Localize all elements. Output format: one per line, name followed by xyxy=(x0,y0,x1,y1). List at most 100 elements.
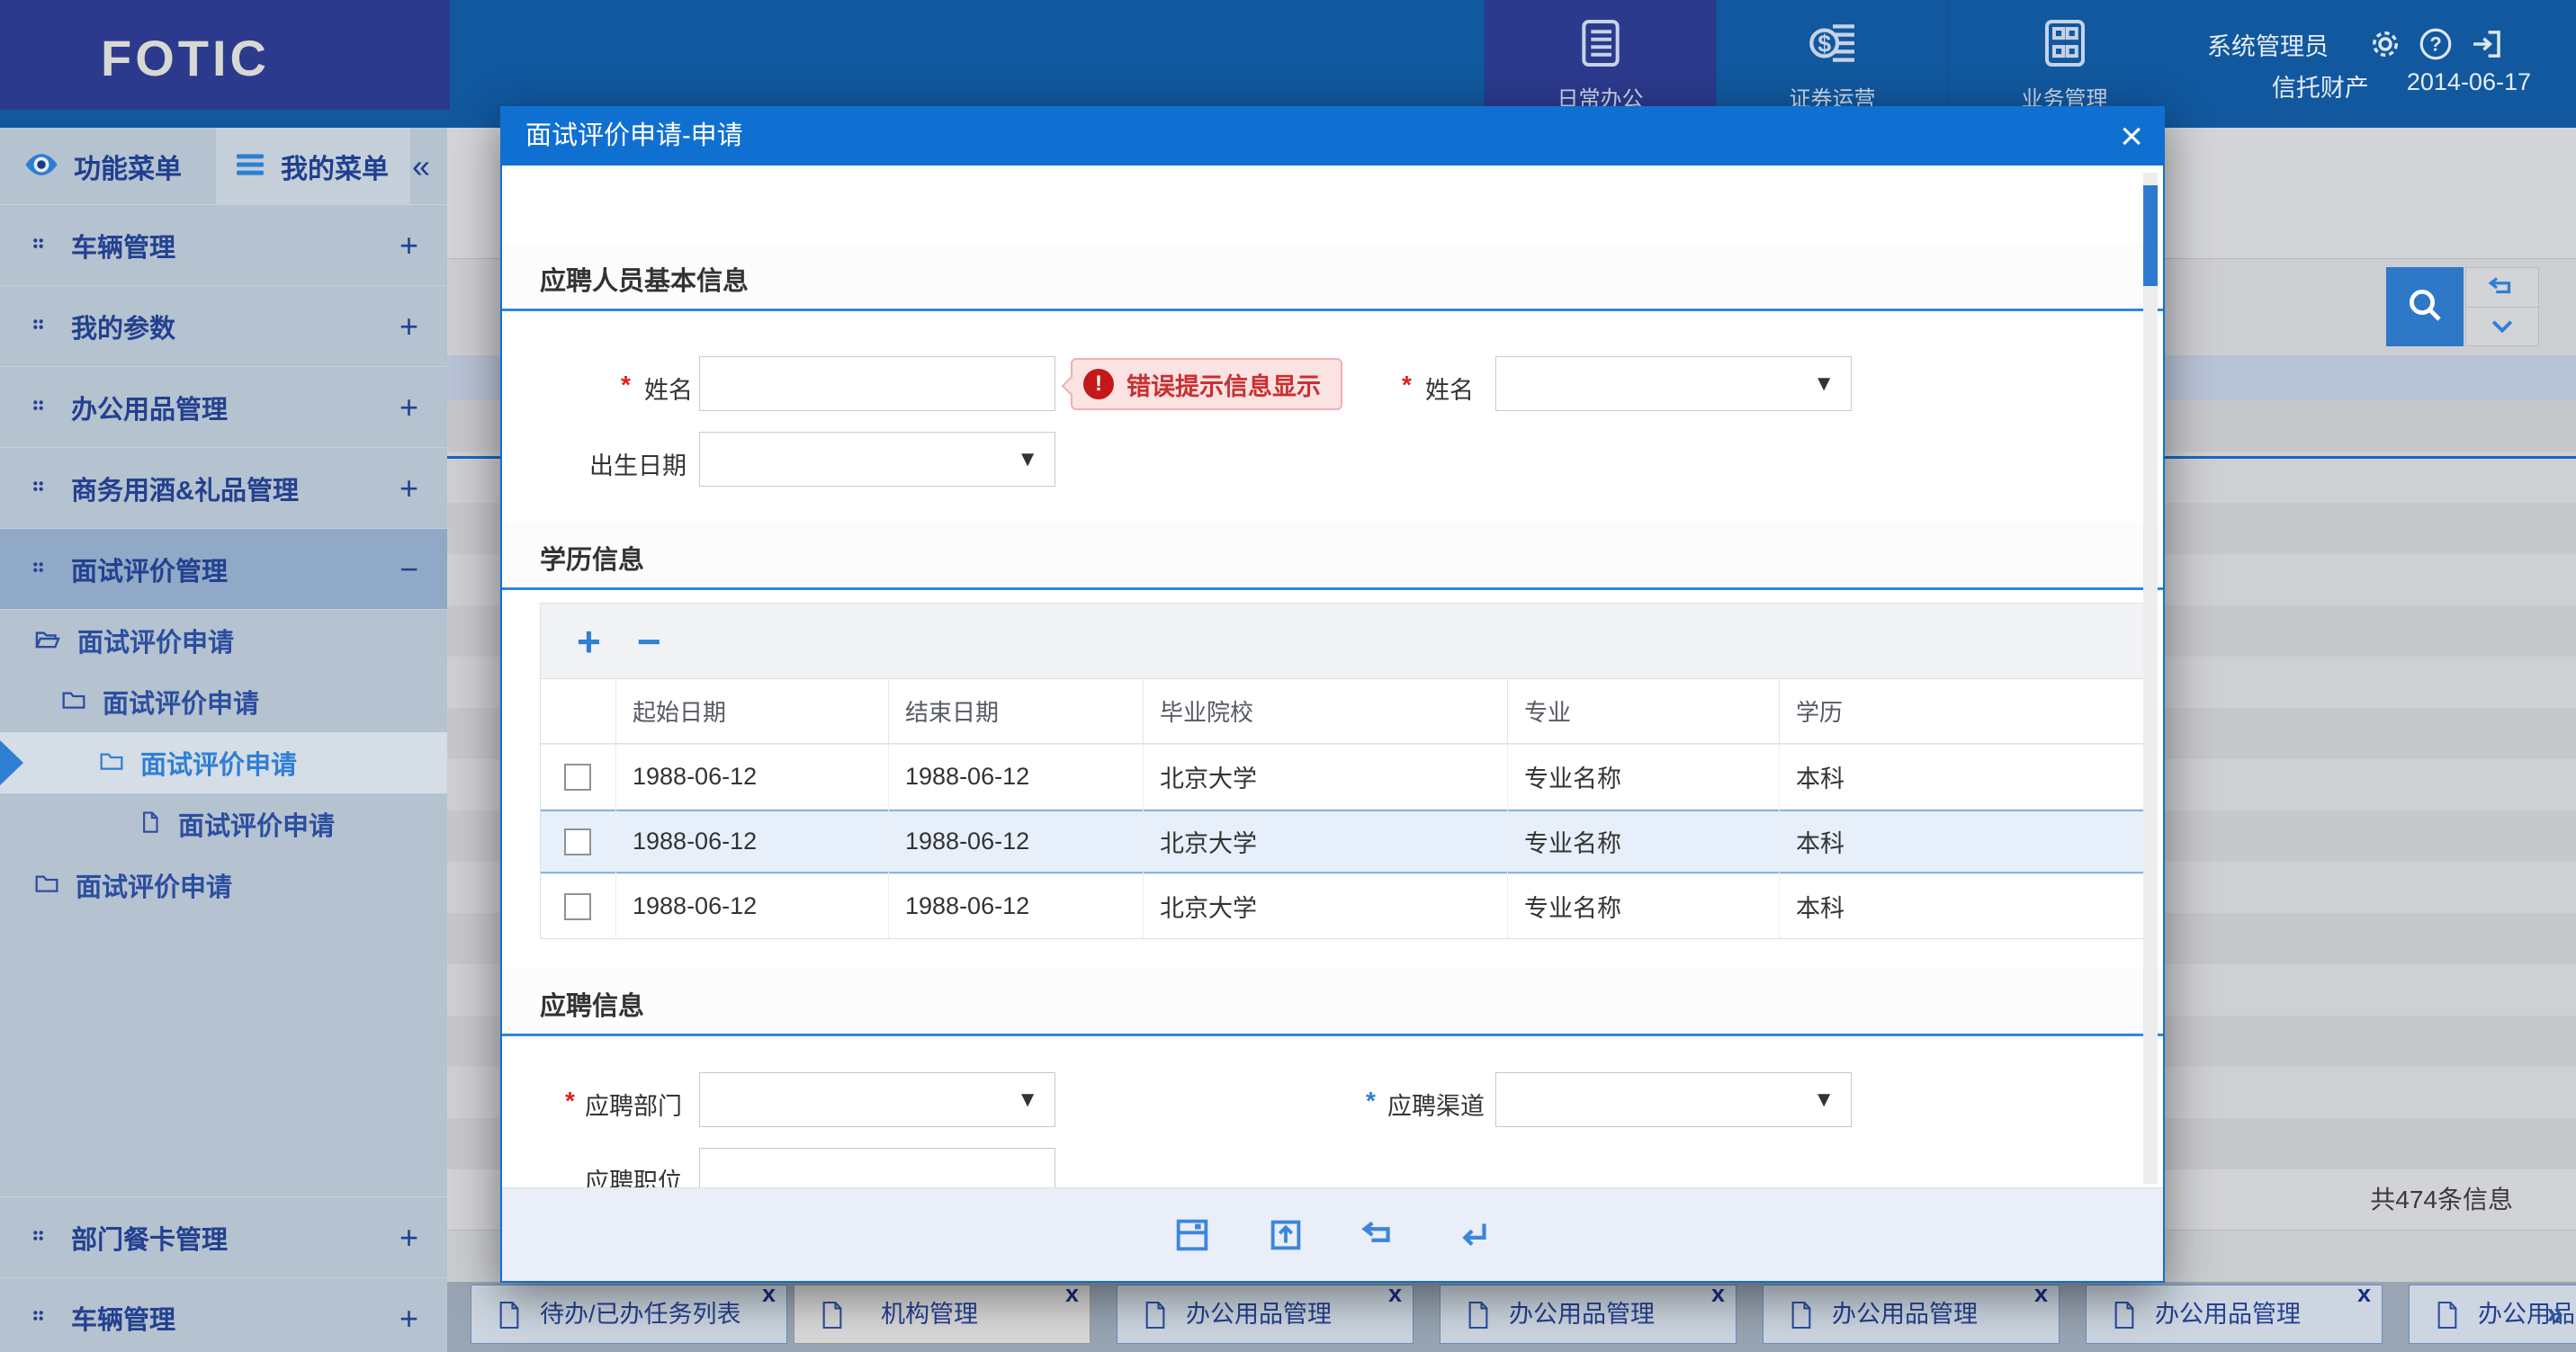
module-securities[interactable]: $ 证券运营 xyxy=(1716,0,1948,110)
tree-item-interview-apply-5[interactable]: 面试评价申请 xyxy=(0,855,447,916)
tab-label: 机构管理 xyxy=(881,1285,978,1345)
modal-close-icon[interactable]: × xyxy=(2120,112,2143,162)
cell-start-date: 1988-06-12 xyxy=(616,810,889,873)
reset-button[interactable] xyxy=(2466,268,2538,307)
name-label: 姓名 xyxy=(644,371,693,406)
birth-date-select[interactable]: ▼ xyxy=(699,432,1055,487)
tree-item-label: 面试评价申请 xyxy=(140,744,297,782)
collapse-minus-icon[interactable]: − xyxy=(399,529,418,610)
tab-label: 办公用品管理 xyxy=(1832,1285,1978,1345)
expand-icon[interactable]: + xyxy=(399,286,418,367)
modal-scrollbar-thumb[interactable] xyxy=(2143,185,2158,286)
expand-icon[interactable]: + xyxy=(399,367,418,448)
row-checkbox[interactable] xyxy=(564,828,591,855)
required-star: * xyxy=(565,1087,575,1115)
sidebar-item-my-params[interactable]: 我的参数 + xyxy=(0,286,447,367)
sidebar-item-office-supplies[interactable]: 办公用品管理 + xyxy=(0,367,447,448)
module-daily-office[interactable]: 日常办公 xyxy=(1484,0,1716,110)
tab-overflow-icon[interactable]: » xyxy=(2546,1285,2563,1345)
tab-my-menu[interactable]: 我的菜单 xyxy=(216,128,410,205)
table-row[interactable]: 1988-06-12 1988-06-12 北京大学 专业名称 本科 xyxy=(541,744,2145,809)
name2-select[interactable]: ▼ xyxy=(1495,356,1852,411)
education-table: + − 起始日期 结束日期 毕业院校 专业 学历 1988-06-12 xyxy=(540,603,2146,939)
tree-item-interview-apply-1[interactable]: 面试评价申请 xyxy=(0,610,447,671)
sidebar-item-vehicle-2[interactable]: 车辆管理 + xyxy=(0,1277,447,1352)
save-icon[interactable] xyxy=(1171,1214,1213,1256)
tree-item-interview-apply-3-active[interactable]: 面试评价申请 xyxy=(0,732,447,793)
bottom-tab-office-supplies-3[interactable]: 办公用品管理 x xyxy=(1763,1285,2060,1344)
cell-end-date: 1988-06-12 xyxy=(889,874,1144,938)
sidebar-item-vehicle[interactable]: 车辆管理 + xyxy=(0,205,447,286)
sidebar-item-business-wine-gifts[interactable]: 商务用酒&礼品管理 + xyxy=(0,448,447,529)
table-row-highlighted[interactable]: 1988-06-12 1988-06-12 北京大学 专业名称 本科 xyxy=(541,809,2145,873)
tree-item-interview-apply-2[interactable]: 面试评价申请 xyxy=(0,671,447,732)
modal-scrollbar-track[interactable] xyxy=(2143,173,2158,1184)
active-pointer-icon xyxy=(0,740,23,785)
apply-channel-select[interactable]: ▼ xyxy=(1495,1072,1852,1127)
bottom-tab-org-mgmt[interactable]: 机构管理 x xyxy=(794,1285,1091,1344)
bottom-tab-office-supplies-1[interactable]: 办公用品管理 x xyxy=(1117,1285,1414,1344)
sidebar-collapse-icon[interactable]: « xyxy=(402,128,440,205)
sidebar-item-interview-eval[interactable]: 面试评价管理 − xyxy=(0,529,447,610)
error-text: 错误提示信息显示 xyxy=(1126,367,1321,402)
tab-close-icon[interactable]: x xyxy=(762,1280,776,1308)
gear-icon[interactable] xyxy=(2366,25,2404,63)
tab-label: 功能菜单 xyxy=(74,147,182,186)
expand-icon[interactable]: + xyxy=(399,1278,418,1352)
cell-degree: 本科 xyxy=(1780,874,2147,938)
user-area: 系统管理员 ? xyxy=(2207,0,2531,110)
cell-start-date: 1988-06-12 xyxy=(616,874,889,938)
svg-text:?: ? xyxy=(2429,33,2441,56)
checkbox-column-header xyxy=(541,679,616,743)
logout-icon[interactable] xyxy=(2467,25,2505,63)
help-icon[interactable]: ? xyxy=(2417,25,2455,63)
tree-item-label: 面试评价申请 xyxy=(103,683,259,721)
sidebar-item-label: 我的参数 xyxy=(71,308,175,345)
upload-icon[interactable] xyxy=(1265,1214,1306,1256)
sidebar-item-dept-meal-card[interactable]: 部门餐卡管理 + xyxy=(0,1196,447,1277)
tab-close-icon[interactable]: x xyxy=(1065,1280,1079,1308)
undo-icon xyxy=(2486,272,2518,304)
tab-close-icon[interactable]: x xyxy=(1711,1280,1725,1308)
error-tooltip: ! 错误提示信息显示 xyxy=(1071,358,1342,410)
undo-icon[interactable] xyxy=(1359,1214,1400,1256)
tab-close-icon[interactable]: x xyxy=(1388,1280,1402,1308)
expand-icon[interactable]: + xyxy=(399,448,418,529)
cell-school: 北京大学 xyxy=(1144,874,1508,938)
sidebar-item-label: 面试评价管理 xyxy=(71,551,228,588)
folder-icon xyxy=(97,747,126,780)
expand-icon[interactable]: + xyxy=(399,1197,418,1278)
drag-handle-icon xyxy=(31,1308,46,1328)
bottom-tab-office-supplies-4[interactable]: 办公用品管理 x xyxy=(2086,1285,2383,1344)
tree-item-label: 面试评价申请 xyxy=(76,866,232,904)
remove-row-button[interactable]: − xyxy=(637,621,661,662)
expand-panel-button[interactable] xyxy=(2466,307,2538,345)
add-row-button[interactable]: + xyxy=(577,621,601,662)
search-button[interactable] xyxy=(2386,267,2464,346)
apply-dept-select[interactable]: ▼ xyxy=(699,1072,1055,1127)
row-checkbox[interactable] xyxy=(564,764,591,791)
expand-icon[interactable]: + xyxy=(399,205,418,286)
name-input[interactable] xyxy=(699,356,1055,411)
tab-close-icon[interactable]: x xyxy=(2357,1280,2371,1308)
user-org: 信托财产 xyxy=(2272,68,2369,103)
tree-item-interview-apply-4[interactable]: 面试评价申请 xyxy=(0,793,447,855)
bottom-tab-office-supplies-5[interactable]: 办公用品管理 » xyxy=(2409,1285,2576,1344)
bottom-tab-office-supplies-2[interactable]: 办公用品管理 x xyxy=(1440,1285,1737,1344)
row-checkbox[interactable] xyxy=(564,893,591,920)
modal-body: 应聘人员基本信息 * 姓名 ! 错误提示信息显示 * 姓名 ▼ 出生日期 ▼ 学… xyxy=(502,166,2163,1189)
tab-function-menu[interactable]: 功能菜单 xyxy=(0,128,216,205)
enter-icon[interactable] xyxy=(1452,1214,1494,1256)
chevron-down-icon xyxy=(2486,310,2518,343)
bottom-tab-tasks[interactable]: 待办/已办任务列表 x xyxy=(471,1285,787,1344)
module-business-mgmt[interactable]: 业务管理 xyxy=(1948,0,2180,110)
education-grid: 起始日期 结束日期 毕业院校 专业 学历 1988-06-12 1988-06-… xyxy=(540,678,2146,939)
document-icon xyxy=(1143,1300,1168,1335)
table-row[interactable]: 1988-06-12 1988-06-12 北京大学 专业名称 本科 xyxy=(541,873,2145,938)
required-star: * xyxy=(621,371,631,399)
cell-major: 专业名称 xyxy=(1508,810,1780,873)
tab-close-icon[interactable]: x xyxy=(2034,1280,2048,1308)
table-header-row: 起始日期 结束日期 毕业院校 专业 学历 xyxy=(541,679,2145,744)
tree-item-label: 面试评价申请 xyxy=(77,622,234,659)
chevron-down-icon: ▼ xyxy=(1017,1088,1038,1113)
